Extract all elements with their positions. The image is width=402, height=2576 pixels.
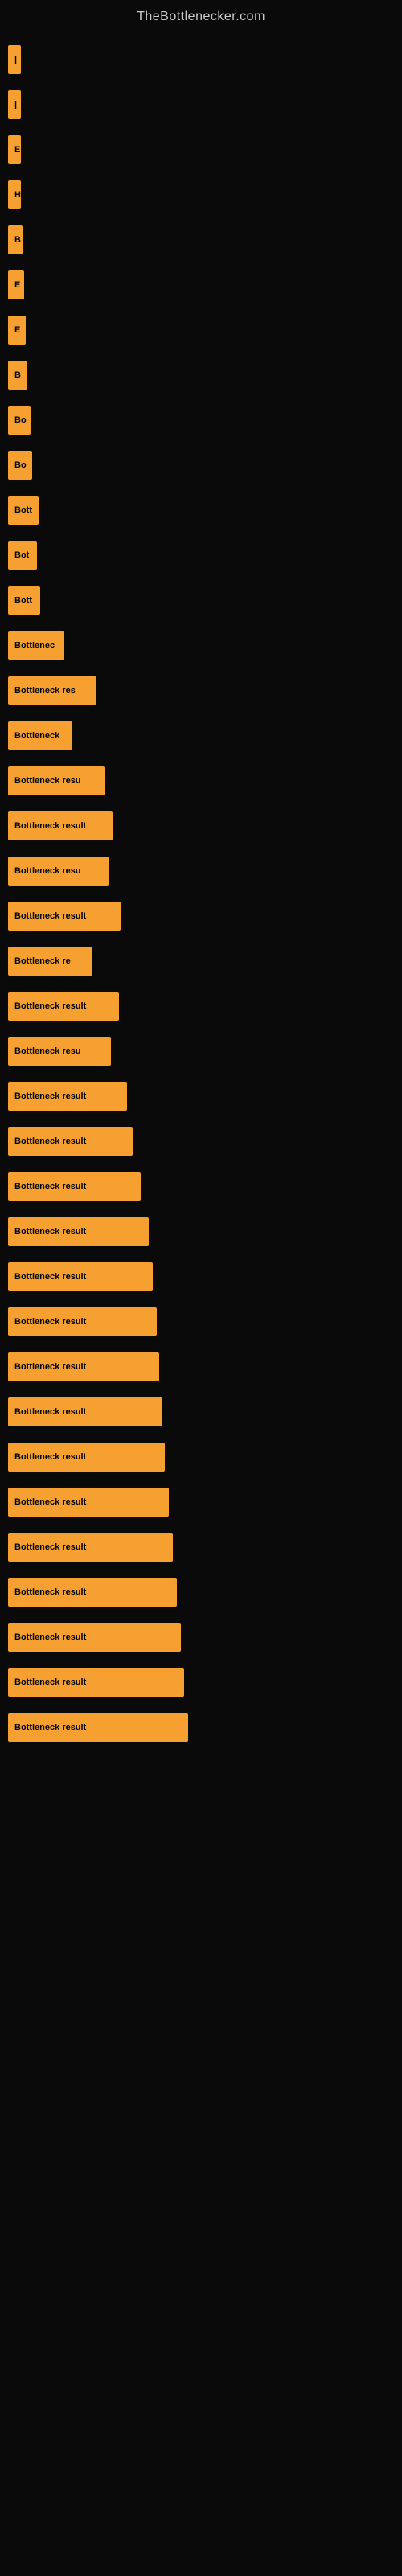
bar-row: Bott <box>8 489 402 531</box>
site-title: TheBottlenecker.com <box>0 0 402 31</box>
bar-label: Bottleneck res <box>8 676 96 705</box>
bar-row: Bottleneck result <box>8 1526 402 1568</box>
bar-label: Bott <box>8 586 40 615</box>
bar-row: Bottleneck result <box>8 1571 402 1613</box>
bar-label: Bottleneck result <box>8 1307 157 1336</box>
bar-row: Bottleneck result <box>8 1707 402 1748</box>
bar-row: Bottleneck result <box>8 1481 402 1523</box>
bar-row: Bottleneck result <box>8 985 402 1027</box>
bar-row: E <box>8 309 402 351</box>
bar-label: B <box>8 361 27 390</box>
bar-label: Bo <box>8 406 31 435</box>
bar-row: Bottleneck result <box>8 805 402 847</box>
bar-row: | <box>8 84 402 126</box>
bar-row: Bottleneck resu <box>8 760 402 802</box>
bar-row: Bottleneck result <box>8 1256 402 1298</box>
bar-label: | <box>8 90 21 119</box>
bar-row: B <box>8 354 402 396</box>
bar-row: Bottleneck result <box>8 1166 402 1208</box>
bar-row: | <box>8 39 402 80</box>
bar-label: Bottleneck result <box>8 1217 149 1246</box>
bar-row: Bottleneck result <box>8 1662 402 1703</box>
bar-row: Bottleneck res <box>8 670 402 712</box>
bar-label: Bottleneck resu <box>8 1037 111 1066</box>
bar-row: Bo <box>8 444 402 486</box>
bar-row: Bottlenec <box>8 625 402 667</box>
bar-label: Bottleneck result <box>8 1713 188 1742</box>
bar-row: Bo <box>8 399 402 441</box>
bar-row: H <box>8 174 402 216</box>
bar-label: Bot <box>8 541 37 570</box>
bar-row: Bottleneck re <box>8 940 402 982</box>
bar-label: Bott <box>8 496 39 525</box>
bar-row: Bottleneck result <box>8 1391 402 1433</box>
bar-row: Bottleneck result <box>8 1436 402 1478</box>
bar-label: Bottleneck result <box>8 1533 173 1562</box>
bar-row: Bottleneck <box>8 715 402 757</box>
bar-row: Bottleneck resu <box>8 850 402 892</box>
bar-label: Bottleneck result <box>8 1668 184 1697</box>
bar-row: Bottleneck result <box>8 1075 402 1117</box>
bar-label: Bo <box>8 451 32 480</box>
bar-row: Bottleneck result <box>8 1616 402 1658</box>
bar-label: Bottleneck result <box>8 1352 159 1381</box>
bar-row: E <box>8 264 402 306</box>
bar-label: Bottleneck result <box>8 1578 177 1607</box>
bar-label: B <box>8 225 23 254</box>
bar-label: E <box>8 270 24 299</box>
bar-label: Bottleneck result <box>8 1397 162 1426</box>
bar-label: | <box>8 45 21 74</box>
bar-label: Bottleneck result <box>8 1443 165 1472</box>
bar-label: Bottleneck result <box>8 1488 169 1517</box>
bar-label: E <box>8 316 26 345</box>
bar-row: Bottleneck result <box>8 1301 402 1343</box>
bar-row: Bott <box>8 580 402 621</box>
bar-label: Bottleneck result <box>8 1127 133 1156</box>
bar-label: Bottleneck result <box>8 1172 141 1201</box>
bar-label: E <box>8 135 21 164</box>
bar-label: Bottleneck resu <box>8 857 109 886</box>
bar-label: Bottleneck resu <box>8 766 105 795</box>
bar-row: Bottleneck result <box>8 895 402 937</box>
bar-label: H <box>8 180 21 209</box>
bar-label: Bottleneck result <box>8 1262 153 1291</box>
bar-label: Bottleneck result <box>8 1082 127 1111</box>
bars-container: ||EHBEEBBoBoBottBotBottBottlenecBottlene… <box>0 31 402 1760</box>
bar-label: Bottleneck re <box>8 947 92 976</box>
bar-row: B <box>8 219 402 261</box>
bar-label: Bottleneck result <box>8 811 113 840</box>
bar-label: Bottlenec <box>8 631 64 660</box>
bar-row: Bottleneck resu <box>8 1030 402 1072</box>
bar-label: Bottleneck result <box>8 902 121 931</box>
bar-label: Bottleneck result <box>8 992 119 1021</box>
bar-row: Bottleneck result <box>8 1121 402 1162</box>
bar-label: Bottleneck <box>8 721 72 750</box>
bar-row: Bottleneck result <box>8 1211 402 1253</box>
bar-label: Bottleneck result <box>8 1623 181 1652</box>
bar-row: Bottleneck result <box>8 1346 402 1388</box>
bar-row: E <box>8 129 402 171</box>
bar-row: Bot <box>8 535 402 576</box>
